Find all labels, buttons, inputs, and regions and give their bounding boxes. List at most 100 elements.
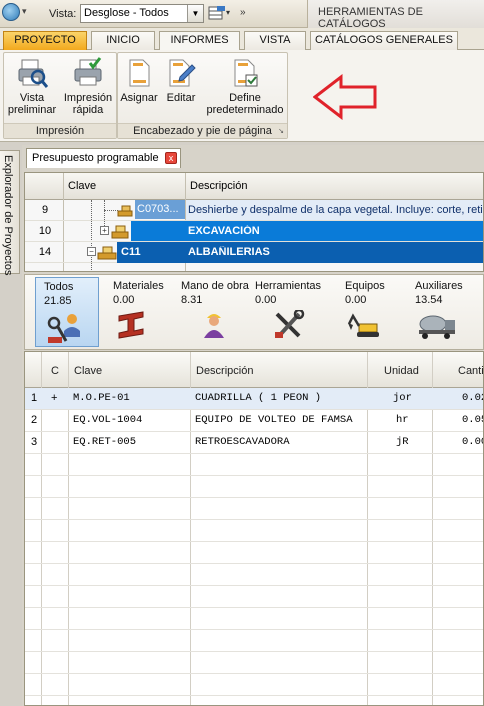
row-descripcion: ALBAÑILERIAS <box>188 246 270 258</box>
resource-name: Herramientas <box>255 280 322 292</box>
row-unidad: jR <box>396 436 409 448</box>
impresion-rapida-label-1: Impresión <box>63 92 113 104</box>
row-number: 2 <box>31 414 38 426</box>
resource-value: 21.85 <box>44 295 72 307</box>
quick-print-icon <box>74 57 102 86</box>
resource-equipos[interactable]: Equipos 0.00 <box>337 277 403 347</box>
column-header-descripcion[interactable]: Descripción <box>190 180 247 192</box>
asignar-button[interactable]: Asignar <box>119 55 159 104</box>
row-clave: EQ.RET-005 <box>73 436 137 448</box>
empty-table-row <box>25 542 483 564</box>
row-unidad: hr <box>396 414 409 426</box>
column-header-c[interactable]: C <box>51 365 59 377</box>
resource-name: Todos <box>44 281 74 293</box>
dialog-launcher-icon[interactable]: ↘ <box>278 127 284 135</box>
group-impresion: Vista preliminar Impresión rápida Impres… <box>3 52 117 139</box>
column-header-clave[interactable]: Clave <box>74 365 102 377</box>
define-predeterminado-label-1: Define <box>229 92 261 104</box>
expand-plus-icon[interactable]: + <box>100 226 109 235</box>
tab-catalogos-generales[interactable]: CATÁLOGOS GENERALES <box>310 31 458 50</box>
empty-table-row <box>25 652 483 674</box>
tab-informes[interactable]: INFORMES <box>159 31 240 51</box>
row-descripcion: EQUIPO DE VOLTEO DE FAMSA <box>195 414 353 426</box>
table-row[interactable]: 1 + M.O.PE-01 CUADRILLA ( 1 PEON ) jor 0… <box>25 388 483 410</box>
collapse-minus-icon[interactable]: − <box>87 247 96 256</box>
document-tab-label: Presupuesto programable <box>32 152 159 164</box>
document-tab-presupuesto[interactable]: Presupuesto programable x <box>26 148 181 168</box>
asignar-label: Asignar <box>120 92 158 104</box>
resources-grid-header: C Clave Descripción Unidad Canti <box>25 352 483 388</box>
all-resources-icon <box>47 314 80 343</box>
chevron-down-icon[interactable]: ▼ <box>187 5 203 22</box>
editar-button[interactable]: Editar <box>162 55 200 104</box>
resource-value: 0.00 <box>113 294 135 306</box>
table-row[interactable]: 2 EQ.VOL-1004 EQUIPO DE VOLTEO DE FAMSA … <box>25 410 483 432</box>
row-clave: C11 <box>121 246 141 258</box>
explorador-proyectos-tab[interactable]: Explorador de Proyectos <box>0 150 20 275</box>
row-cantidad: 0.00 <box>462 436 483 448</box>
contextual-tab-herramientas[interactable]: HERRAMIENTAS DE CATÁLOGOS <box>307 0 484 30</box>
vista-label: Vista: <box>49 8 77 20</box>
tree-line <box>104 210 118 211</box>
ribbon-tab-row: PROYECTO INICIO INFORMES VISTA CATÁLOGOS… <box>0 28 484 51</box>
group-encabezado: Asignar Editar Define predeterminado Enc… <box>117 52 288 139</box>
resource-mano-de-obra[interactable]: Mano de obra 8.31 <box>173 277 249 347</box>
resource-materiales[interactable]: Materiales 0.00 <box>105 277 171 347</box>
red-arrow-annotation-icon <box>313 74 377 120</box>
row-clave: C0703... <box>135 200 185 219</box>
define-predeterminado-button[interactable]: Define predeterminado <box>204 55 286 116</box>
empty-table-row <box>25 454 483 476</box>
default-document-icon <box>234 59 258 87</box>
row-number: 3 <box>31 436 38 448</box>
column-header-cantidad[interactable]: Canti <box>458 365 483 377</box>
column-header-clave[interactable]: Clave <box>68 180 96 192</box>
empty-table-row <box>25 608 483 630</box>
folder-stack-icon <box>111 225 129 239</box>
vista-preliminar-label-1: Vista <box>19 92 45 104</box>
resource-name: Materiales <box>113 280 164 292</box>
impresion-rapida-button[interactable]: Impresión rápida <box>60 55 116 116</box>
quick-access-more-button[interactable]: » <box>240 7 246 18</box>
column-header-unidad[interactable]: Unidad <box>384 365 419 377</box>
contextual-tab-label: HERRAMIENTAS DE CATÁLOGOS <box>318 6 423 30</box>
row-number: 1 <box>31 392 38 404</box>
row-clave: M.O.PE-01 <box>73 392 130 404</box>
table-row[interactable]: 3 EQ.RET-005 RETROESCAVADORA jR 0.00 <box>25 432 483 454</box>
resource-value: 8.31 <box>181 294 203 306</box>
budget-tree-header: Clave Descripción <box>25 173 483 200</box>
quick-access-dropdown-icon[interactable]: ▾ <box>226 8 230 17</box>
empty-table-row <box>25 520 483 542</box>
tab-vista[interactable]: VISTA <box>244 31 306 50</box>
app-menu-chevron-icon[interactable]: ▾ <box>22 6 27 17</box>
close-icon[interactable]: x <box>165 152 177 164</box>
row-expand-indicator[interactable]: + <box>51 392 57 404</box>
row-descripcion: EXCAVACIÓN <box>188 225 260 237</box>
tree-row[interactable]: 14 − C11 ALBAÑILERIAS <box>25 242 483 263</box>
resource-todos[interactable]: Todos 21.85 <box>35 277 99 347</box>
excavator-icon <box>347 313 379 337</box>
tab-inicio[interactable]: INICIO <box>91 31 155 50</box>
quick-access-table-icon[interactable] <box>208 5 226 22</box>
tab-proyecto[interactable]: PROYECTO <box>3 31 87 50</box>
budget-tree-grid[interactable]: Clave Descripción 9 C0703... Deshierbe y… <box>24 172 484 272</box>
empty-table-row <box>25 630 483 652</box>
resource-herramientas[interactable]: Herramientas 0.00 <box>247 277 327 347</box>
app-logo-icon[interactable] <box>2 3 20 21</box>
tree-row[interactable]: 9 C0703... Deshierbe y despalme de la ca… <box>25 200 483 221</box>
tree-row[interactable]: 10 + EXCAVACIÓN <box>25 221 483 242</box>
print-preview-icon <box>18 59 48 88</box>
row-number: 9 <box>41 204 49 216</box>
resource-auxiliares[interactable]: Auxiliares 13.54 <box>407 277 483 347</box>
column-header-descripcion[interactable]: Descripción <box>196 365 253 377</box>
title-bar: ▾ Vista: Desglose - Todos ▼ ▾ » HERRAMIE… <box>0 0 484 30</box>
resources-filter-bar: Todos 21.85 Materiales 0.00 Mano de obra… <box>24 274 484 350</box>
steel-beam-icon <box>118 311 144 339</box>
resources-grid[interactable]: C Clave Descripción Unidad Canti 1 + M.O… <box>24 351 484 706</box>
resource-name: Mano de obra <box>181 280 249 292</box>
tools-icon <box>275 310 305 338</box>
concept-stack-icon <box>117 205 133 217</box>
worker-icon <box>204 314 224 338</box>
impresion-rapida-label-2: rápida <box>72 104 104 116</box>
vista-preliminar-button[interactable]: Vista preliminar <box>6 55 58 116</box>
vista-select[interactable]: Desglose - Todos ▼ <box>80 4 204 23</box>
